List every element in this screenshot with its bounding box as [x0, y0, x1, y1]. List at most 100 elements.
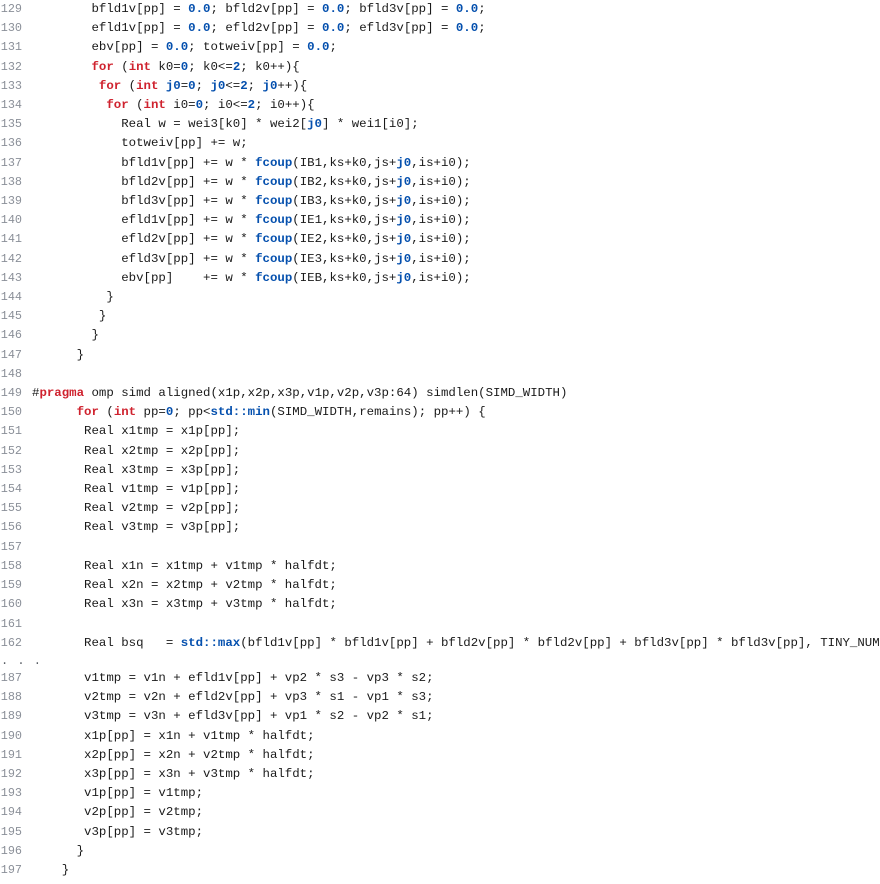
line-number: 141	[0, 230, 32, 249]
token: fcoup	[255, 213, 292, 227]
code-source: v1p[pp] = v1tmp;	[32, 784, 880, 803]
code-segment-top: 129 bfld1v[pp] = 0.0; bfld2v[pp] = 0.0; …	[0, 0, 880, 653]
token: j0	[396, 194, 411, 208]
code-segment-bottom: 187 v1tmp = v1n + efld1v[pp] + vp2 * s3 …	[0, 669, 880, 880]
token: v3tmp = v3n + efld3v[pp] + vp1 * s2 - vp…	[32, 709, 434, 723]
token: ,is+i0);	[411, 252, 471, 266]
code-source: Real x3tmp = x3p[pp];	[32, 461, 880, 480]
line-number: 142	[0, 250, 32, 269]
code-source: ebv[pp] += w * fcoup(IEB,ks+k0,js+j0,is+…	[32, 269, 880, 288]
token: Real v1tmp = v1p[pp];	[32, 482, 240, 496]
token: ,is+i0);	[411, 213, 471, 227]
code-line: 196 }	[0, 842, 880, 861]
code-line: 131 ebv[pp] = 0.0; totweiv[pp] = 0.0;	[0, 38, 880, 57]
line-number: 189	[0, 707, 32, 726]
token: Real x2tmp = x2p[pp];	[32, 444, 240, 458]
token: for	[92, 60, 114, 74]
token	[32, 98, 106, 112]
token: Real x3tmp = x3p[pp];	[32, 463, 240, 477]
code-listing: 129 bfld1v[pp] = 0.0; bfld2v[pp] = 0.0; …	[0, 0, 880, 884]
token: 2	[248, 98, 255, 112]
line-number: 131	[0, 38, 32, 57]
code-line: 159 Real x2n = x2tmp + v2tmp * halfdt;	[0, 576, 880, 595]
line-number: 140	[0, 211, 32, 230]
token: }	[32, 309, 106, 323]
token: v3p[pp] = v3tmp;	[32, 825, 203, 839]
token: j0	[396, 252, 411, 266]
token: j0	[396, 156, 411, 170]
token: ;	[478, 21, 485, 35]
line-number: 147	[0, 346, 32, 365]
code-line: 197 }	[0, 861, 880, 880]
code-line: 150 for (int pp=0; pp<std::min(SIMD_WIDT…	[0, 403, 880, 422]
code-source: }	[32, 326, 880, 345]
token: }	[32, 328, 99, 342]
code-line: 187 v1tmp = v1n + efld1v[pp] + vp2 * s3 …	[0, 669, 880, 688]
token: 2	[240, 79, 247, 93]
token: bfld1v[pp] += w *	[32, 156, 255, 170]
token: ++){	[277, 79, 307, 93]
code-line: 148	[0, 365, 880, 384]
code-line: 151 Real x1tmp = x1p[pp];	[0, 422, 880, 441]
token: fcoup	[255, 232, 292, 246]
token: v2tmp = v2n + efld2v[pp] + vp3 * s1 - vp…	[32, 690, 434, 704]
token: fcoup	[255, 194, 292, 208]
code-source: Real x3n = x3tmp + v3tmp * halfdt;	[32, 595, 880, 614]
code-source: ebv[pp] = 0.0; totweiv[pp] = 0.0;	[32, 38, 880, 57]
code-source: }	[32, 307, 880, 326]
code-source: for (int k0=0; k0<=2; k0++){	[32, 58, 880, 77]
token: 0.0	[166, 40, 188, 54]
line-number: 190	[0, 727, 32, 746]
token: fcoup	[255, 271, 292, 285]
code-line: 153 Real x3tmp = x3p[pp];	[0, 461, 880, 480]
code-line: 134 for (int i0=0; i0<=2; i0++){	[0, 96, 880, 115]
line-number: 129	[0, 0, 32, 19]
line-number: 148	[0, 365, 32, 384]
line-number: 153	[0, 461, 32, 480]
code-source: #pragma omp simd aligned(x1p,x2p,x3p,v1p…	[32, 384, 880, 403]
code-line: 190 x1p[pp] = x1n + v1tmp * halfdt;	[0, 727, 880, 746]
line-number: 152	[0, 442, 32, 461]
token: ; k0<=	[188, 60, 233, 74]
token: ,is+i0);	[411, 156, 471, 170]
code-line: 145 }	[0, 307, 880, 326]
line-number: 155	[0, 499, 32, 518]
line-number: 191	[0, 746, 32, 765]
token: }	[32, 348, 84, 362]
code-source: efld1v[pp] = 0.0; efld2v[pp] = 0.0; efld…	[32, 19, 880, 38]
code-source: v3tmp = v3n + efld3v[pp] + vp1 * s2 - vp…	[32, 707, 880, 726]
code-line: 136 totweiv[pp] += w;	[0, 134, 880, 153]
token: int	[114, 405, 136, 419]
line-number: 134	[0, 96, 32, 115]
token	[32, 79, 99, 93]
token: ; pp<	[173, 405, 210, 419]
code-line: 142 efld3v[pp] += w * fcoup(IE3,ks+k0,js…	[0, 250, 880, 269]
line-number: 156	[0, 518, 32, 537]
token: ebv[pp] =	[32, 40, 166, 54]
line-number: 192	[0, 765, 32, 784]
code-line: 135 Real w = wei3[k0] * wei2[j0] * wei1[…	[0, 115, 880, 134]
token: (IB3,ks+k0,js+	[292, 194, 396, 208]
token: ; bfld2v[pp] =	[210, 2, 322, 16]
code-source: for (int pp=0; pp<std::min(SIMD_WIDTH,re…	[32, 403, 880, 422]
line-number: 154	[0, 480, 32, 499]
token: ; i0<=	[203, 98, 248, 112]
code-line: 162 Real bsq = std::max(bfld1v[pp] * bfl…	[0, 634, 880, 653]
code-line: 156 Real v3tmp = v3p[pp];	[0, 518, 880, 537]
line-number: 195	[0, 823, 32, 842]
code-line: 152 Real x2tmp = x2p[pp];	[0, 442, 880, 461]
token: Real v2tmp = v2p[pp];	[32, 501, 240, 515]
code-line: 157	[0, 538, 880, 557]
token: bfld1v[pp] =	[32, 2, 188, 16]
line-number: 138	[0, 173, 32, 192]
code-source: x2p[pp] = x2n + v2tmp * halfdt;	[32, 746, 880, 765]
line-number: 151	[0, 422, 32, 441]
token: j0	[396, 175, 411, 189]
line-number: 193	[0, 784, 32, 803]
token: (	[99, 405, 114, 419]
token: (	[121, 79, 136, 93]
token: }	[32, 863, 69, 877]
line-number: 150	[0, 403, 32, 422]
token: ; efld3v[pp] =	[344, 21, 456, 35]
code-source	[32, 365, 880, 384]
